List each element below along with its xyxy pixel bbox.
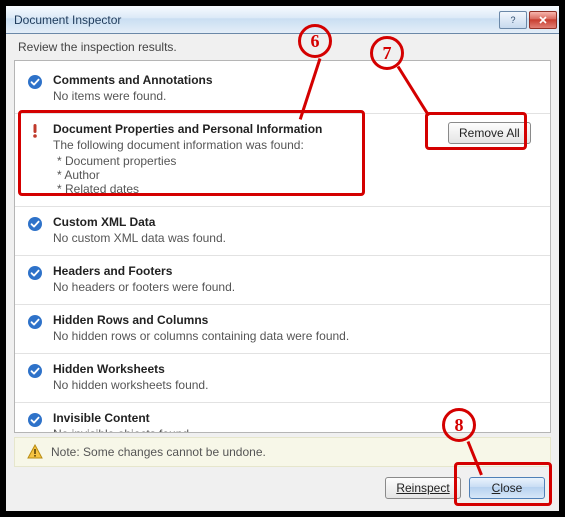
list-item: * Related dates [57,182,440,196]
check-icon [27,313,45,330]
instruction-text: Review the inspection results. [6,34,559,58]
remove-all-button[interactable]: Remove All [448,122,531,144]
help-button[interactable]: ? [499,11,527,29]
section-title: Headers and Footers [53,264,538,278]
check-icon [27,411,45,428]
section-title: Hidden Rows and Columns [53,313,538,327]
check-icon [27,73,45,90]
alert-icon [27,444,43,460]
section-text: No items were found. [53,89,538,103]
section-text: No custom XML data was found. [53,231,538,245]
section-title: Custom XML Data [53,215,538,229]
reinspect-button[interactable]: Reinspect [385,477,461,499]
footer-note-text: Note: Some changes cannot be undone. [51,445,266,459]
titlebar: Document Inspector ? [6,6,559,34]
window-close-button[interactable] [529,11,557,29]
results-pane: Comments and Annotations No items were f… [14,60,551,433]
section-items: * Document properties * Author * Related… [53,154,440,196]
section-customxml: Custom XML Data No custom XML data was f… [15,206,550,255]
svg-text:?: ? [510,15,515,25]
footer-note: Note: Some changes cannot be undone. [14,437,551,467]
check-icon [27,215,45,232]
section-title: Comments and Annotations [53,73,538,87]
section-headers: Headers and Footers No headers or footer… [15,255,550,304]
section-docprops: Document Properties and Personal Informa… [15,113,550,206]
section-text: No hidden worksheets found. [53,378,538,392]
check-icon [27,264,45,281]
section-text: No headers or footers were found. [53,280,538,294]
section-text: No hidden rows or columns containing dat… [53,329,538,343]
check-icon [27,362,45,379]
section-title: Invisible Content [53,411,538,425]
section-comments: Comments and Annotations No items were f… [15,65,550,113]
warning-icon [27,122,45,139]
section-invisible: Invisible Content No invisible objects f… [15,402,550,433]
section-hiddenrows: Hidden Rows and Columns No hidden rows o… [15,304,550,353]
section-title: Hidden Worksheets [53,362,538,376]
section-hiddenws: Hidden Worksheets No hidden worksheets f… [15,353,550,402]
section-text: No invisible objects found. [53,427,538,433]
button-row: Reinspect Close [6,467,559,511]
list-item: * Author [57,168,440,182]
section-title: Document Properties and Personal Informa… [53,122,440,136]
window-title: Document Inspector [14,13,499,27]
section-text: The following document information was f… [53,138,440,152]
close-button[interactable]: Close [469,477,545,499]
list-item: * Document properties [57,154,440,168]
